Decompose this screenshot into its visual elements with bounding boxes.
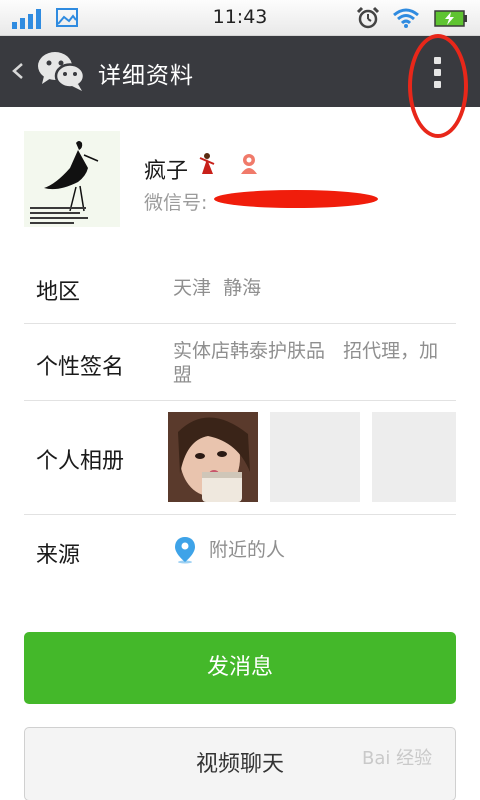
chevron-left-icon[interactable] <box>10 58 26 84</box>
album-label: 个人相册 <box>36 449 125 474</box>
location-pin-icon <box>175 537 195 564</box>
album-photo[interactable] <box>168 412 258 502</box>
wechat-logo-icon <box>38 52 86 91</box>
signature-row: 个性签名 实体店韩泰护肤品 招代理，加盟 <box>24 324 456 401</box>
album-photo-image <box>168 412 258 502</box>
dancer-emoji-icon <box>199 153 215 174</box>
avatar[interactable] <box>24 131 120 227</box>
title-bar: 详细资料 <box>0 36 480 107</box>
female-gender-icon <box>241 154 257 174</box>
album-photo-placeholder <box>270 412 360 502</box>
region-row: 地区 天津 静海 <box>24 250 456 324</box>
more-vertical-icon <box>434 57 441 64</box>
alarm-icon <box>356 6 380 29</box>
wifi-icon <box>393 8 419 28</box>
page-title: 详细资料 <box>98 63 194 89</box>
source-value: 附近的人 <box>209 539 286 561</box>
album-row[interactable]: 个人相册 <box>24 401 456 515</box>
redaction-mark <box>214 190 378 208</box>
watermark: Bai 经验 <box>362 748 433 769</box>
battery-charging-icon <box>434 10 467 27</box>
album-photo-placeholder <box>372 412 456 502</box>
avatar-image <box>24 131 120 227</box>
region-value: 天津 静海 <box>173 277 262 299</box>
wechat-id-label: 微信号: <box>144 192 208 214</box>
send-message-button[interactable]: 发消息 <box>24 632 456 704</box>
nickname: 疯子 <box>144 159 189 184</box>
source-label: 来源 <box>36 543 81 568</box>
signature-label: 个性签名 <box>36 355 125 380</box>
status-bar: 11:43 <box>0 0 480 36</box>
source-row: 来源 附近的人 <box>24 515 456 587</box>
more-options-button[interactable] <box>424 52 452 92</box>
signature-value: 实体店韩泰护肤品 招代理，加盟 <box>173 340 439 386</box>
region-label: 地区 <box>36 280 81 305</box>
